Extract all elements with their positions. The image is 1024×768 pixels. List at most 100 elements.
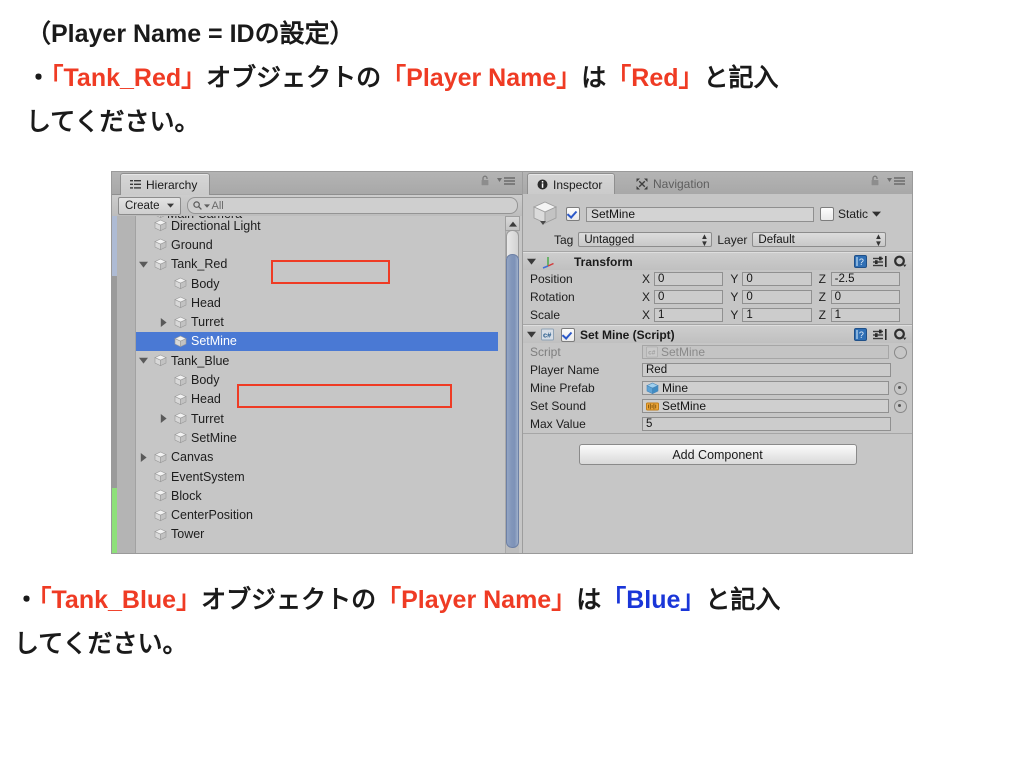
- tab-navigation[interactable]: Navigation: [627, 173, 722, 194]
- svg-text:?: ?: [859, 257, 864, 267]
- panel-menu-icon[interactable]: [887, 176, 905, 186]
- tag-dropdown[interactable]: Untagged ▲ ▼: [578, 232, 713, 247]
- hierarchy-item-eventsystem[interactable]: EventSystem: [136, 467, 498, 486]
- gameobject-enabled-checkbox[interactable]: [566, 207, 580, 221]
- component-enabled-checkbox[interactable]: [561, 327, 575, 342]
- hierarchy-list-icon: [130, 179, 141, 190]
- static-label: Static: [838, 207, 869, 221]
- layer-value: Default: [758, 233, 795, 246]
- disclosure-triangle-open-icon[interactable]: [136, 357, 150, 364]
- transform-rotation-y-field[interactable]: 0: [742, 290, 812, 304]
- csharp-script-icon: c#: [646, 346, 658, 358]
- lock-icon[interactable]: [480, 175, 490, 186]
- field-value: 0: [658, 273, 665, 285]
- tab-hierarchy[interactable]: Hierarchy: [120, 173, 211, 195]
- scroll-up-button[interactable]: [505, 216, 520, 231]
- help-icon[interactable]: ?: [854, 255, 867, 268]
- axis-label-z: Z: [818, 290, 826, 304]
- create-button[interactable]: Create: [118, 196, 181, 215]
- hierarchy-item-tank-red[interactable]: Tank_Red: [136, 255, 498, 274]
- chevron-down-icon[interactable]: [872, 211, 882, 217]
- player-name-field[interactable]: Red: [642, 363, 891, 377]
- component-transform-header[interactable]: Transform ?: [523, 253, 912, 270]
- transform-rotation-z-field[interactable]: 0: [830, 290, 900, 304]
- property-row-max-value: Max Value 5: [523, 415, 912, 433]
- hierarchy-item-setmine[interactable]: SetMine: [136, 428, 498, 447]
- set-sound-object-field[interactable]: SetMine: [642, 399, 889, 413]
- hierarchy-item-centerposition[interactable]: CenterPosition: [136, 505, 498, 524]
- disclosure-triangle-closed-icon[interactable]: [156, 317, 170, 327]
- hierarchy-item-block[interactable]: Block: [136, 486, 498, 505]
- mine-prefab-object-field[interactable]: Mine: [642, 381, 889, 395]
- axis-label-y: Y: [730, 308, 739, 322]
- object-picker-icon[interactable]: [894, 399, 907, 413]
- lock-icon[interactable]: [870, 175, 880, 186]
- property-label: Script: [530, 345, 561, 359]
- disclosure-triangle-closed-icon[interactable]: [156, 414, 170, 424]
- hierarchy-item-turret[interactable]: Turret: [136, 409, 498, 428]
- tab-inspector[interactable]: Inspector: [527, 173, 616, 195]
- object-no-token: オブジェクトの: [206, 64, 382, 92]
- hierarchy-item-label: EventSystem: [171, 469, 245, 484]
- hierarchy-item-directional-light[interactable]: Directional Light: [136, 216, 498, 235]
- hierarchy-item-head[interactable]: Head: [136, 390, 498, 409]
- disclosure-triangle-open-icon[interactable]: [527, 331, 536, 338]
- kinyuu-token: と記入: [703, 64, 779, 92]
- hierarchy-item-setmine[interactable]: SetMine: [136, 331, 498, 352]
- field-value: 0: [746, 273, 753, 285]
- max-value-field[interactable]: 5: [642, 417, 891, 431]
- transform-rotation-x-field[interactable]: 0: [654, 290, 724, 304]
- hierarchy-item-body[interactable]: Body: [136, 274, 498, 293]
- hierarchy-item-label: Turret: [191, 411, 224, 426]
- hierarchy-scrollbar[interactable]: [505, 216, 520, 553]
- disclosure-triangle-closed-icon[interactable]: [136, 452, 150, 462]
- field-value: 1: [658, 309, 665, 321]
- gear-icon[interactable]: [893, 328, 907, 341]
- preset-icon[interactable]: [873, 328, 887, 341]
- layer-dropdown[interactable]: Default ▲ ▼: [752, 232, 887, 247]
- disclosure-triangle-open-icon[interactable]: [136, 261, 150, 268]
- hierarchy-item-head[interactable]: Head: [136, 293, 498, 312]
- transform-position-x-field[interactable]: 0: [654, 272, 724, 286]
- info-icon: [537, 179, 548, 190]
- script-object-field[interactable]: c# SetMine: [642, 345, 889, 359]
- transform-position-z-field[interactable]: -2.5: [830, 272, 900, 286]
- hierarchy-item-canvas[interactable]: Canvas: [136, 448, 498, 467]
- caption-top-line3: してください。: [26, 108, 200, 136]
- component-set-mine-actions: ?: [854, 328, 907, 341]
- component-set-mine-header[interactable]: c# Set Mine (Script) ?: [523, 326, 912, 343]
- gameobject-cube-icon: [150, 219, 170, 232]
- disclosure-triangle-open-icon[interactable]: [527, 258, 536, 265]
- hierarchy-item-body[interactable]: Body: [136, 370, 498, 389]
- object-picker-icon[interactable]: [894, 381, 907, 395]
- transform-scale-z-field[interactable]: 1: [830, 308, 900, 322]
- hierarchy-item-tank-blue[interactable]: Tank_Blue: [136, 351, 498, 370]
- component-set-mine-title: Set Mine (Script): [580, 327, 675, 342]
- hierarchy-item-turret[interactable]: Turret: [136, 312, 498, 331]
- transform-scale-y-field[interactable]: 1: [742, 308, 812, 322]
- gameobject-header: SetMine Static Tag Untagged ▲ ▼ Layer De…: [523, 194, 912, 252]
- transform-position-y-field[interactable]: 0: [742, 272, 812, 286]
- gameobject-name-field[interactable]: SetMine: [586, 206, 814, 222]
- gear-icon[interactable]: [893, 255, 907, 268]
- hierarchy-item-tower[interactable]: Tower: [136, 525, 498, 544]
- tab-hierarchy-label: Hierarchy: [146, 177, 198, 192]
- navigation-icon: [636, 178, 648, 190]
- hierarchy-tree: Directional Light Ground Tank_Red Body Head T…: [136, 216, 498, 553]
- gameobject-cube-icon: [170, 412, 190, 425]
- transform-scale-x-field[interactable]: 1: [654, 308, 724, 322]
- field-value: SetMine: [662, 399, 707, 413]
- kinyuu-token: と記入: [705, 586, 781, 614]
- static-checkbox[interactable]: [820, 207, 834, 221]
- add-component-button[interactable]: Add Component: [578, 444, 857, 465]
- caption-top: （Player Name = IDの設定） ・「Tank_Red」オブジェクトの…: [26, 12, 779, 144]
- axis-label-y: Y: [730, 272, 739, 286]
- hierarchy-item-ground[interactable]: Ground: [136, 235, 498, 254]
- scrollbar-thumb[interactable]: [506, 254, 519, 548]
- panel-menu-icon[interactable]: [497, 176, 515, 186]
- preset-icon[interactable]: [873, 255, 887, 268]
- help-icon[interactable]: ?: [854, 328, 867, 341]
- search-input[interactable]: All: [186, 197, 518, 214]
- search-filter-chevron-icon[interactable]: [203, 203, 210, 208]
- object-picker-icon[interactable]: [894, 345, 907, 359]
